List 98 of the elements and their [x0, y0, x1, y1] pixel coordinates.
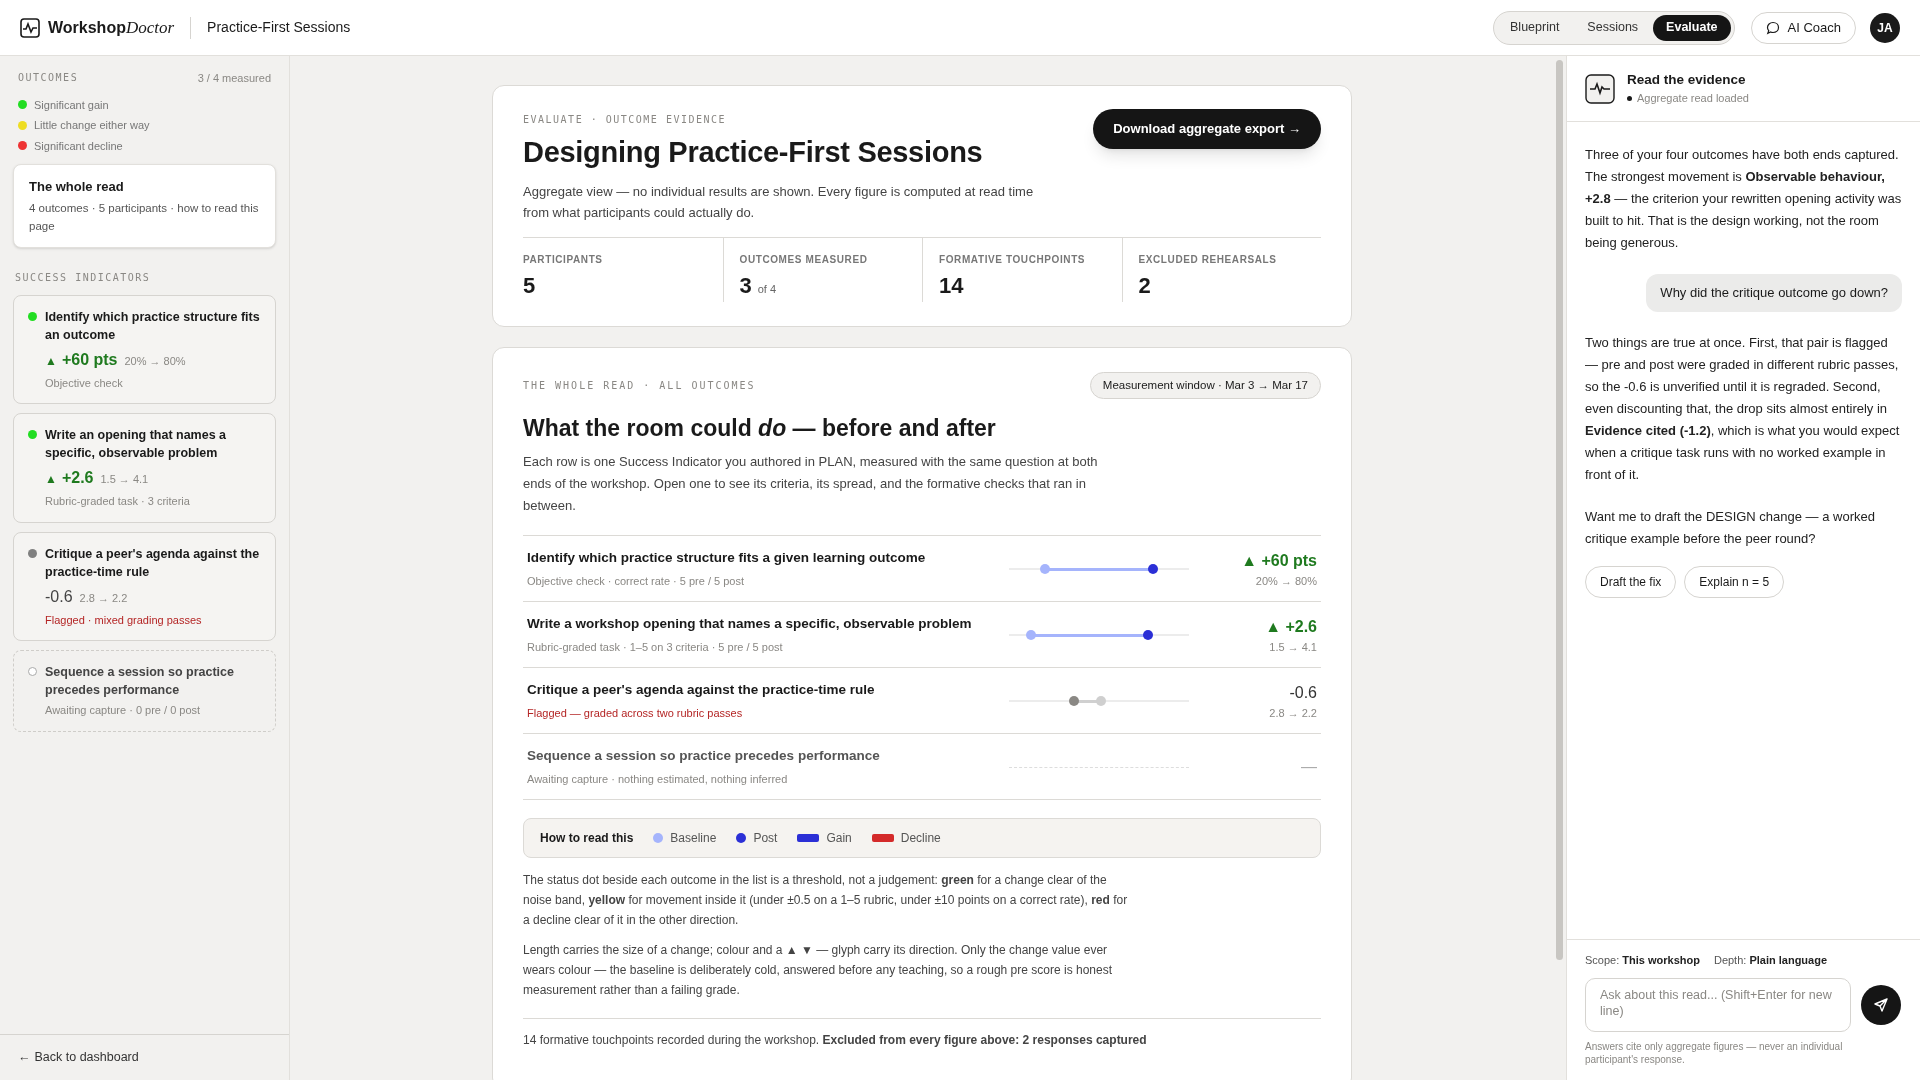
chat-icon	[1765, 20, 1780, 35]
stat-label: EXCLUDED REHEARSALS	[1138, 252, 1278, 267]
explanation-paragraph: The status dot beside each outcome in the list is a threshold, not a judgement: green for a change clear of the noise band, yellow for movement inside it (under ±0.5 on a 1–5 rubric, under ±10 points on a correct rate), red for a decline clear of it in the other direction.	[523, 872, 1129, 930]
outcome-subtitle: Awaiting capture · nothing estimated, nothing inferred	[527, 771, 789, 787]
outcome-row[interactable]: Critique a peer's agenda against the practice-time rule Flagged — graded across two rubric passes -0.6 2.8 → 2.2	[523, 668, 1321, 735]
outcome-title: Sequence a session so practice precedes performance	[527, 747, 881, 766]
indicator-note: Rubric-graded task · 3 criteria	[45, 494, 191, 509]
change-value: ▲ +60 pts	[1241, 550, 1317, 571]
export-button[interactable]: Download aggregate export →	[1093, 109, 1321, 149]
scrollbar-thumb[interactable]	[1555, 60, 1563, 960]
view-tab[interactable]: Evaluate	[1653, 14, 1731, 41]
outcome-row[interactable]: Identify which practice structure fits a given learning outcome Objective check · correct rate · 5 pre / 5 post ▲ +60 pts 20% → 80%	[523, 536, 1321, 603]
stat-value: 3	[739, 271, 752, 300]
eyebrow-label: THE WHOLE READ · ALL OUTCOMES	[523, 378, 756, 393]
indicator-note: Awaiting capture · 0 pre / 0 post	[45, 703, 202, 718]
outcome-title: Critique a peer's agenda against the practice-time rule	[527, 681, 876, 700]
card-subtitle: 4 outcomes · 5 participants · how to read this page	[29, 200, 260, 234]
stat-value: 5	[523, 271, 536, 300]
description: Aggregate view — no individual results are shown. Every figure is computed at read time from what participants could actually do.	[523, 182, 1035, 222]
description: Each row is one Success Indicator you authored in PLAN, measured with the same question at both ends of the workshop. Open one to see its criteria, its spread, and the formative checks that ran in between.	[523, 453, 1099, 516]
indicator-title: Critique a peer's agenda against the practice-time rule	[45, 545, 261, 581]
panel-title: Read the evidence	[1627, 71, 1747, 90]
section-heading: SUCCESS INDICATORS	[14, 270, 152, 285]
view-tab[interactable]: Sessions	[1574, 14, 1652, 41]
score-range: 2.8 → 2.2	[1269, 705, 1317, 721]
measurement-window-chip: Measurement window · Mar 3 → Mar 17	[1089, 371, 1321, 399]
message-input[interactable]: Ask about this read... (Shift+Enter for new line)	[1585, 978, 1851, 1032]
change-value: -0.6	[45, 586, 73, 607]
stat-suffix: of 4	[757, 281, 777, 297]
section-title: What the room could do — before and after	[523, 413, 997, 443]
indicator-note: Flagged · mixed grading passes	[45, 612, 203, 628]
outcome-row[interactable]: Write a workshop opening that names a specific, observable problem Rubric-graded task · 1–5 on 3 criteria · 5 pre / 5 post ▲ +2.6 1.5 → 4.1	[523, 602, 1321, 669]
page-title: Practice-First Sessions	[207, 18, 351, 37]
legend-label: Post	[753, 830, 778, 848]
stat-value: 2	[1138, 271, 1151, 300]
legend-label: Baseline	[670, 830, 717, 848]
pulse-icon	[1585, 73, 1615, 104]
change-value: —	[1301, 756, 1317, 777]
user-message: Why did the critique outcome go down?	[1646, 274, 1902, 312]
whole-read-card[interactable]: The whole read 4 outcomes · 5 participants · how to read this page	[13, 164, 276, 248]
depth-setting[interactable]: Depth: Plain language	[1713, 951, 1828, 968]
legend-label: Decline	[900, 830, 941, 848]
scope-setting[interactable]: Scope: This workshop	[1585, 951, 1700, 968]
brand-name[interactable]: WorkshopDoctor	[48, 14, 175, 41]
score-range: 1.5 → 4.1	[1269, 639, 1317, 655]
indicator-title: Write an opening that names a specific, observable problem	[45, 427, 228, 462]
back-link[interactable]: ← Back to dashboard	[18, 1048, 139, 1067]
legend-label: Significant decline	[34, 138, 123, 154]
indicator-card[interactable]: Sequence a session so practice precedes performance Awaiting capture · 0 pre / 0 post	[13, 650, 276, 732]
change-value: +2.6	[61, 468, 94, 488]
up-triangle-icon: ▲	[45, 470, 57, 488]
change-value: ▲ +2.6	[1265, 616, 1317, 637]
back-arrow-icon: ←	[18, 1050, 31, 1065]
change-value: +60 pts	[61, 349, 118, 370]
footnote: 14 formative touchpoints recorded during the workshop. Excluded from every figure above: 2 responses captured	[523, 1032, 1148, 1050]
score-range: 1.5 → 4.1	[100, 472, 149, 487]
outcome-title: Identify which practice structure fits a given learning outcome	[527, 549, 927, 568]
explanation-paragraph: Length carries the size of a change; colour and a ▲ ▼ — glyph carry its direction. Only the change value ever wears colour — the baseline is deliberately cold, answered before any teaching, so a rough pre score is honest measurement rather than a failing grade.	[523, 942, 1113, 1000]
user-avatar[interactable]: JA	[1870, 12, 1900, 43]
view-tab[interactable]: Blueprint	[1497, 14, 1573, 41]
eyebrow-label: EVALUATE · OUTCOME EVIDENCE	[523, 113, 728, 127]
assistant-message: Want me to draft the DESIGN change — a worked critique example before the peer round?	[1585, 507, 1876, 548]
up-triangle-icon: ▲	[45, 351, 57, 370]
page-heading: Designing Practice-First Sessions	[523, 135, 984, 170]
outcome-subtitle: Flagged — graded across two rubric passes	[527, 705, 744, 721]
legend-label: Significant gain	[34, 97, 109, 113]
score-range: 20% → 80%	[1255, 573, 1317, 589]
measured-count: 3 / 4 measured	[197, 71, 271, 86]
send-icon	[1873, 997, 1889, 1013]
assistant-message: Two things are true at once. First, that pair is flagged — pre and post were graded in different rubric passes, so the -0.6 is unverified until it is regraded. Second, even discounting that, the drop sits almost entirely in Evidence cited (-1.2), which is what you would expect when a critique task runs with no worked example in front of it.	[1585, 333, 1901, 484]
assistant-message: Three of your four outcomes have both ends captured. The strongest movement is Observable behaviour, +2.8 — the criterion your rewritten opening activity was built to hit. That is the design working, not the room being generous.	[1585, 146, 1902, 252]
legend-title: How to read this	[540, 830, 634, 848]
indicator-title: Identify which practice structure fits an outcome	[45, 308, 261, 344]
stat-label: PARTICIPANTS	[523, 252, 604, 267]
stat-label: OUTCOMES MEASURED	[739, 252, 869, 267]
ai-coach-button[interactable]: AI Coach	[1750, 11, 1856, 44]
score-range: 20% → 80%	[124, 353, 186, 369]
disclaimer: Answers cite only aggregate figures — never an individual participant's response.	[1585, 1040, 1844, 1066]
indicator-card[interactable]: Write an opening that names a specific, observable problem ▲ +2.6 1.5 → 4.1 Rubric-graded task · 3 criteria	[13, 413, 276, 523]
card-title: The whole read	[29, 178, 125, 196]
indicator-card[interactable]: Identify which practice structure fits an outcome ▲ +60 pts 20% → 80% Objective check	[13, 294, 276, 404]
outcome-subtitle: Rubric-graded task · 1–5 on 3 criteria · 5 pre / 5 post	[527, 639, 784, 655]
outcome-title: Write a workshop opening that names a specific, observable problem	[527, 615, 973, 634]
legend-label: Little change either way	[34, 118, 150, 133]
change-value: -0.6	[1289, 682, 1317, 703]
legend-label: Gain	[826, 830, 852, 848]
indicator-card[interactable]: Critique a peer's agenda against the practice-time rule -0.6 2.8 → 2.2 Flagged · mixed grading passes	[13, 531, 276, 641]
logo-icon	[20, 17, 40, 38]
section-heading: OUTCOMES	[18, 71, 79, 85]
stat-value: 14	[939, 271, 964, 300]
indicator-title: Sequence a session so practice precedes performance	[45, 664, 235, 699]
outcome-row[interactable]: Sequence a session so practice precedes performance Awaiting capture · nothing estimated, nothing inferred —	[523, 734, 1321, 801]
outcome-subtitle: Objective check · correct rate · 5 pre / 5 post	[527, 573, 746, 589]
send-button[interactable]	[1861, 985, 1901, 1025]
status-text: Aggregate read loaded	[1637, 91, 1749, 107]
score-range: 2.8 → 2.2	[79, 590, 128, 606]
stat-label: FORMATIVE TOUCHPOINTS	[939, 252, 1087, 267]
indicator-note: Objective check	[45, 375, 124, 391]
